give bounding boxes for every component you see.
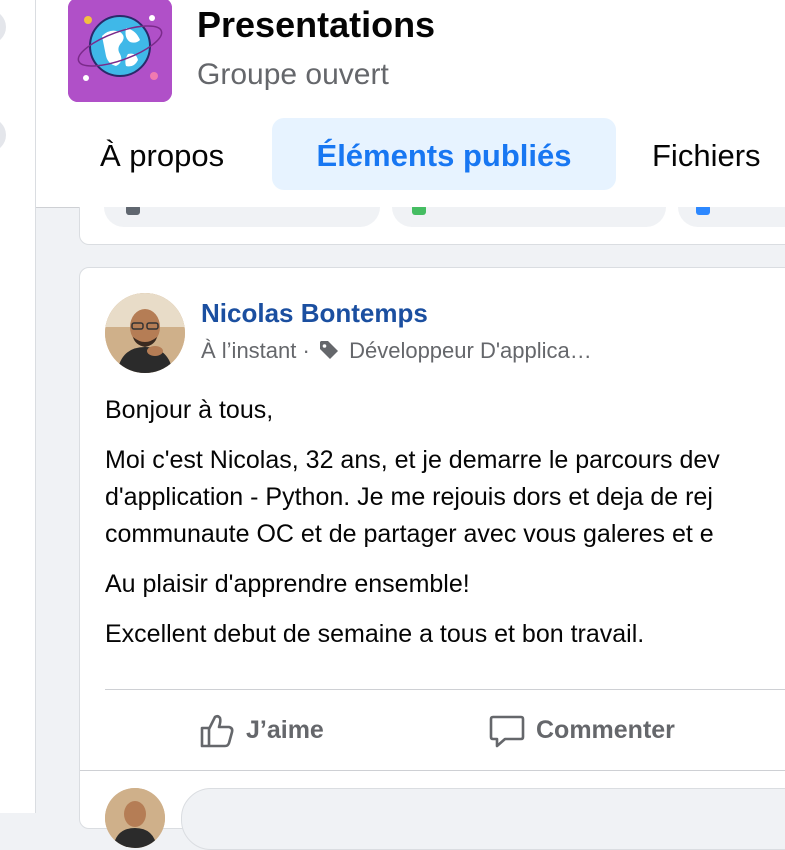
post-author[interactable]: Nicolas Bontemps xyxy=(201,298,428,329)
comment-button[interactable]: Commenter xyxy=(488,708,675,752)
post-line: Excellent debut de semaine a tous et bon… xyxy=(105,620,645,648)
tab-about[interactable]: À propos xyxy=(100,118,224,190)
post-line: Au plaisir d'apprendre ensemble! xyxy=(105,570,470,598)
like-button[interactable]: J’aime xyxy=(198,708,324,752)
post-line: Bonjour à tous, xyxy=(105,396,274,424)
photo-icon xyxy=(412,207,426,215)
post-meta: À l’instant · Développeur D'applica… xyxy=(201,338,592,367)
actions-divider xyxy=(105,689,785,690)
comments-divider xyxy=(80,770,785,771)
globe-icon xyxy=(68,0,172,102)
post-line: communaute OC et de partager avec vous g… xyxy=(105,520,714,548)
post-card: Nicolas Bontemps À l’instant · Développe… xyxy=(79,267,785,850)
composer-chip-2[interactable] xyxy=(392,207,666,227)
rail-shortcut-2[interactable] xyxy=(0,118,6,152)
tag-icon xyxy=(318,339,340,367)
left-rail xyxy=(0,0,36,813)
post-time[interactable]: À l’instant xyxy=(201,338,296,363)
like-label: J’aime xyxy=(246,716,324,744)
composer-chip-1[interactable] xyxy=(104,207,380,227)
comment-label: Commenter xyxy=(536,716,675,744)
comment-icon xyxy=(489,716,525,748)
commenter-avatar[interactable] xyxy=(105,788,165,848)
tab-posts[interactable]: Éléments publiés xyxy=(272,118,616,190)
chip-icon xyxy=(126,207,140,215)
avatar[interactable] xyxy=(105,293,185,373)
group-privacy: Groupe ouvert xyxy=(197,58,389,91)
post-line: Moi c'est Nicolas, 32 ans, et je demarre… xyxy=(105,446,720,474)
group-header: Presentations Groupe ouvert À propos Élé… xyxy=(36,0,785,208)
thumbs-up-icon xyxy=(200,715,234,748)
composer-chip-3[interactable] xyxy=(678,207,785,227)
tab-files[interactable]: Fichiers xyxy=(652,118,761,190)
post-topic[interactable]: Développeur D'applica… xyxy=(349,338,592,363)
post-body: Bonjour à tous, Moi c'est Nicolas, 32 an… xyxy=(105,392,785,666)
comment-input[interactable] xyxy=(181,788,785,850)
post-line: d'application - Python. Je me rejouis do… xyxy=(105,483,713,511)
previous-card-bottom xyxy=(79,207,785,245)
meta-separator: · xyxy=(302,338,310,363)
poll-icon xyxy=(696,207,710,215)
rail-shortcut-1[interactable] xyxy=(0,10,6,44)
group-title[interactable]: Presentations xyxy=(197,4,435,46)
group-logo[interactable] xyxy=(68,0,172,102)
